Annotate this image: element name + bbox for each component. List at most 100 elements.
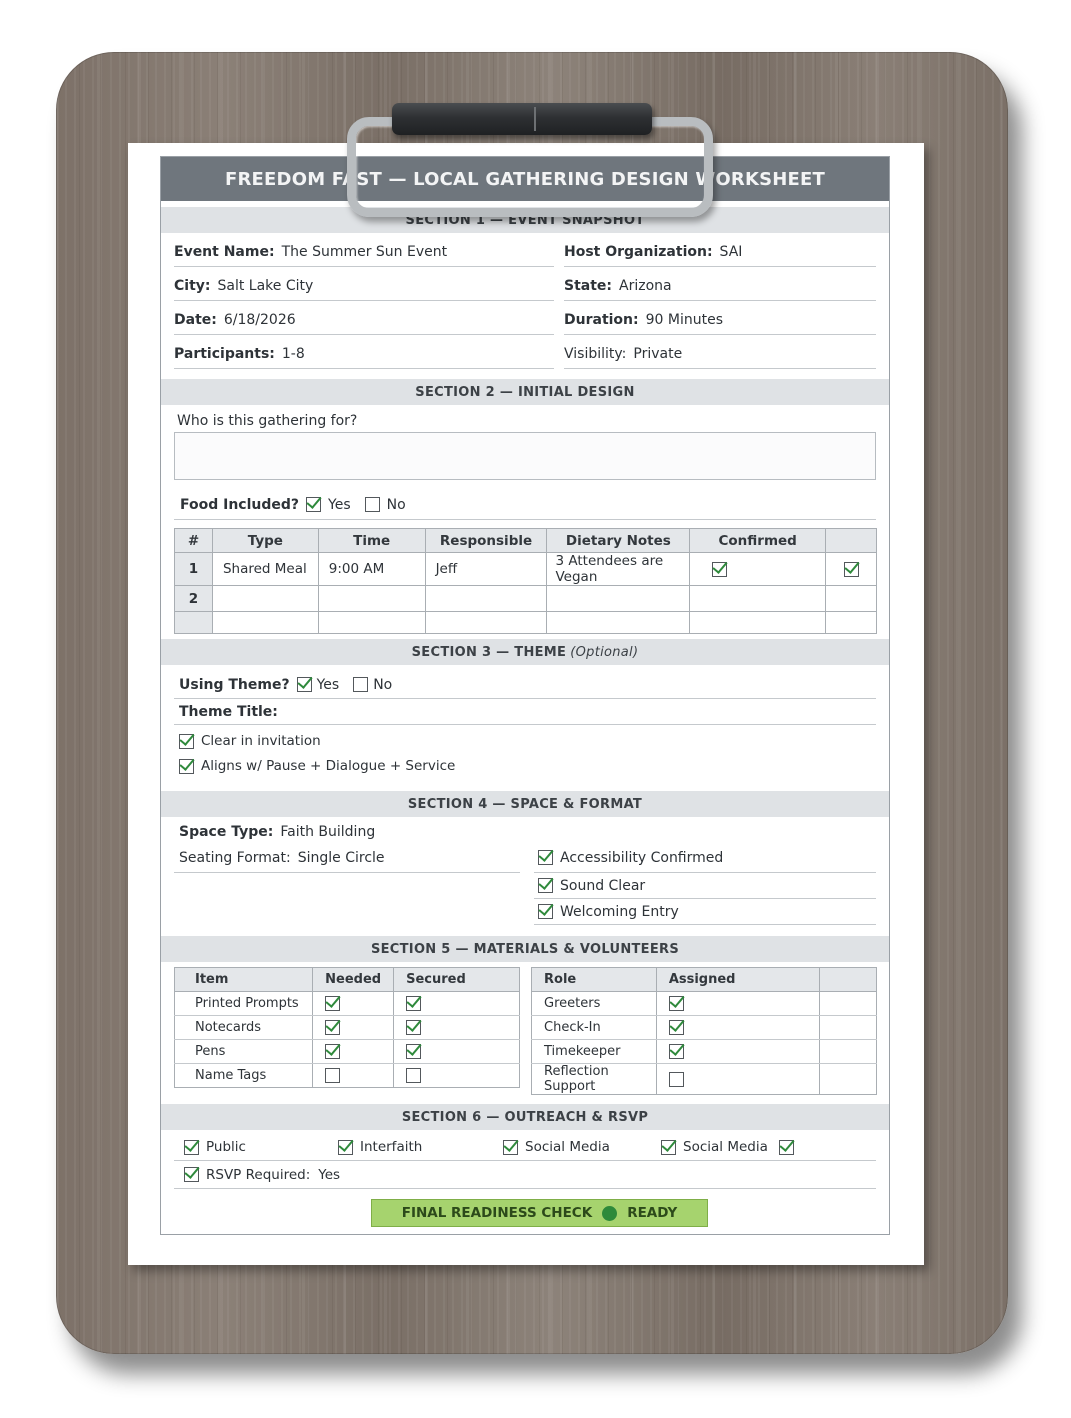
clear-invitation-label: Clear in invitation: [201, 733, 321, 749]
sound-clear-checkbox[interactable]: [538, 878, 553, 893]
cell-extra[interactable]: [825, 611, 877, 634]
trailing-checkbox[interactable]: [778, 1139, 794, 1155]
cell-responsible[interactable]: [424, 585, 548, 612]
volunteers-table: Role Assigned Greeters Check-In Timekeep…: [531, 967, 877, 1095]
needed-checkbox[interactable]: [325, 1020, 341, 1035]
duration-value[interactable]: 90 Minutes: [646, 312, 723, 328]
confirmed-checkbox[interactable]: [712, 561, 728, 577]
cell-dietary[interactable]: [546, 611, 691, 634]
accessibility-checkbox[interactable]: [538, 850, 553, 865]
assigned-checkbox[interactable]: [668, 1071, 684, 1087]
aligns-checkbox[interactable]: [179, 758, 194, 774]
section-3-title: SECTION 3 — THEME: [411, 644, 567, 660]
visibility-value[interactable]: Private: [633, 346, 682, 362]
date-value[interactable]: 6/18/2026: [224, 312, 296, 328]
role-name: Reflection Support: [531, 1063, 657, 1095]
participants-label: Participants:: [174, 345, 275, 362]
extra-cell[interactable]: [819, 1039, 877, 1064]
food-yes-checkbox[interactable]: [306, 497, 322, 512]
needed-checkbox[interactable]: [325, 1044, 341, 1059]
state-value[interactable]: Arizona: [619, 278, 672, 294]
secured-checkbox[interactable]: [406, 996, 422, 1011]
extra-cell[interactable]: [819, 1063, 877, 1095]
secured-checkbox[interactable]: [406, 1044, 422, 1059]
clear-invitation-checkbox[interactable]: [179, 733, 194, 749]
cell-responsible[interactable]: [424, 611, 548, 634]
food-no-checkbox[interactable]: [364, 497, 380, 512]
extra-checkbox[interactable]: [843, 561, 859, 577]
assigned-cell: [655, 1039, 821, 1064]
assigned-checkbox[interactable]: [668, 996, 684, 1011]
date-label: Date:: [174, 311, 217, 328]
food-table-header: # Type Time Responsible Dietary Notes Co…: [174, 528, 877, 553]
gathering-audience-input[interactable]: [174, 432, 876, 480]
theme-title-input[interactable]: [285, 699, 876, 724]
rsvp-value[interactable]: Yes: [318, 1167, 340, 1183]
secured-cell: [393, 1039, 520, 1064]
event-name-value[interactable]: The Summer Sun Event: [282, 244, 448, 260]
seating-format-value[interactable]: Single Circle: [298, 850, 385, 866]
cell-dietary[interactable]: [546, 585, 691, 612]
table-row: Name Tags: [173, 1063, 520, 1088]
theme-title-label: Theme Title:: [179, 703, 278, 720]
rsvp-row: RSVP Required: Yes: [174, 1161, 876, 1189]
final-readiness-button[interactable]: FINAL READINESS CHECK READY: [371, 1199, 708, 1227]
gathering-question: Who is this gathering for?: [177, 413, 358, 429]
section-3-optional: (Optional): [570, 644, 639, 660]
table-row: Pens: [173, 1039, 520, 1064]
cell-time[interactable]: 9:00 AM: [317, 552, 426, 586]
needed-checkbox[interactable]: [325, 1068, 341, 1083]
role-name: Check-In: [531, 1015, 657, 1040]
materials-header: Item Needed Secured: [173, 967, 520, 992]
assigned-cell: [655, 1015, 821, 1040]
social-media-checkbox[interactable]: [503, 1139, 518, 1155]
needed-cell: [312, 1039, 395, 1064]
worksheet-paper: FREEDOM FAST — LOCAL GATHERING DESIGN WO…: [128, 143, 924, 1265]
ready-status-label: READY: [627, 1205, 678, 1221]
cell-confirmed: [689, 552, 827, 586]
col-dietary-notes: Dietary Notes: [546, 528, 691, 553]
public-checkbox[interactable]: [184, 1139, 199, 1155]
seating-format-label: Seating Format:: [179, 849, 291, 866]
participants-row: Participants: 1-8: [174, 339, 554, 369]
needed-checkbox[interactable]: [325, 996, 341, 1011]
extra-cell[interactable]: [819, 1015, 877, 1040]
city-value[interactable]: Salt Lake City: [218, 278, 314, 294]
secured-checkbox[interactable]: [406, 1020, 422, 1035]
col-assigned: Assigned: [655, 967, 821, 992]
cell-type[interactable]: [211, 585, 319, 612]
col-role: Role: [531, 967, 657, 992]
extra-cell[interactable]: [819, 991, 877, 1016]
cell-extra[interactable]: [825, 585, 877, 612]
cell-type[interactable]: [211, 611, 319, 634]
duration-label: Duration:: [564, 311, 639, 328]
welcoming-entry-checkbox[interactable]: [538, 904, 553, 919]
theme-yes-checkbox[interactable]: [296, 677, 312, 692]
section-6-header: SECTION 6 — OUTREACH & RSVP: [161, 1104, 889, 1130]
col-secured: Secured: [393, 967, 520, 992]
host-value[interactable]: SAI: [720, 244, 743, 260]
food-no-label: No: [386, 496, 406, 513]
social-media-checkbox[interactable]: [661, 1139, 676, 1155]
theme-no-checkbox[interactable]: [353, 677, 369, 692]
assigned-checkbox[interactable]: [668, 1044, 684, 1059]
col-time: Time: [317, 528, 426, 553]
cell-responsible[interactable]: Jeff: [424, 552, 548, 586]
cell-confirmed[interactable]: [689, 585, 827, 612]
material-item: Notecards: [173, 1015, 314, 1040]
assigned-checkbox[interactable]: [668, 1020, 684, 1035]
secured-checkbox[interactable]: [406, 1068, 422, 1083]
rsvp-checkbox[interactable]: [184, 1167, 199, 1182]
cell-time[interactable]: [317, 611, 426, 634]
food-table: # Type Time Responsible Dietary Notes Co…: [174, 528, 877, 634]
cell-confirmed[interactable]: [689, 611, 827, 634]
cell-dietary[interactable]: 3 Attendees are Vegan: [546, 552, 691, 586]
sound-clear-label: Sound Clear: [560, 877, 646, 894]
cell-type[interactable]: Shared Meal: [211, 552, 319, 586]
interfaith-checkbox[interactable]: [338, 1139, 353, 1155]
space-type-value[interactable]: Faith Building: [280, 824, 375, 840]
cell-time[interactable]: [317, 585, 426, 612]
clipboard-clip-bar: [392, 103, 652, 135]
participants-value[interactable]: 1-8: [282, 346, 305, 362]
event-name-label: Event Name:: [174, 243, 275, 260]
